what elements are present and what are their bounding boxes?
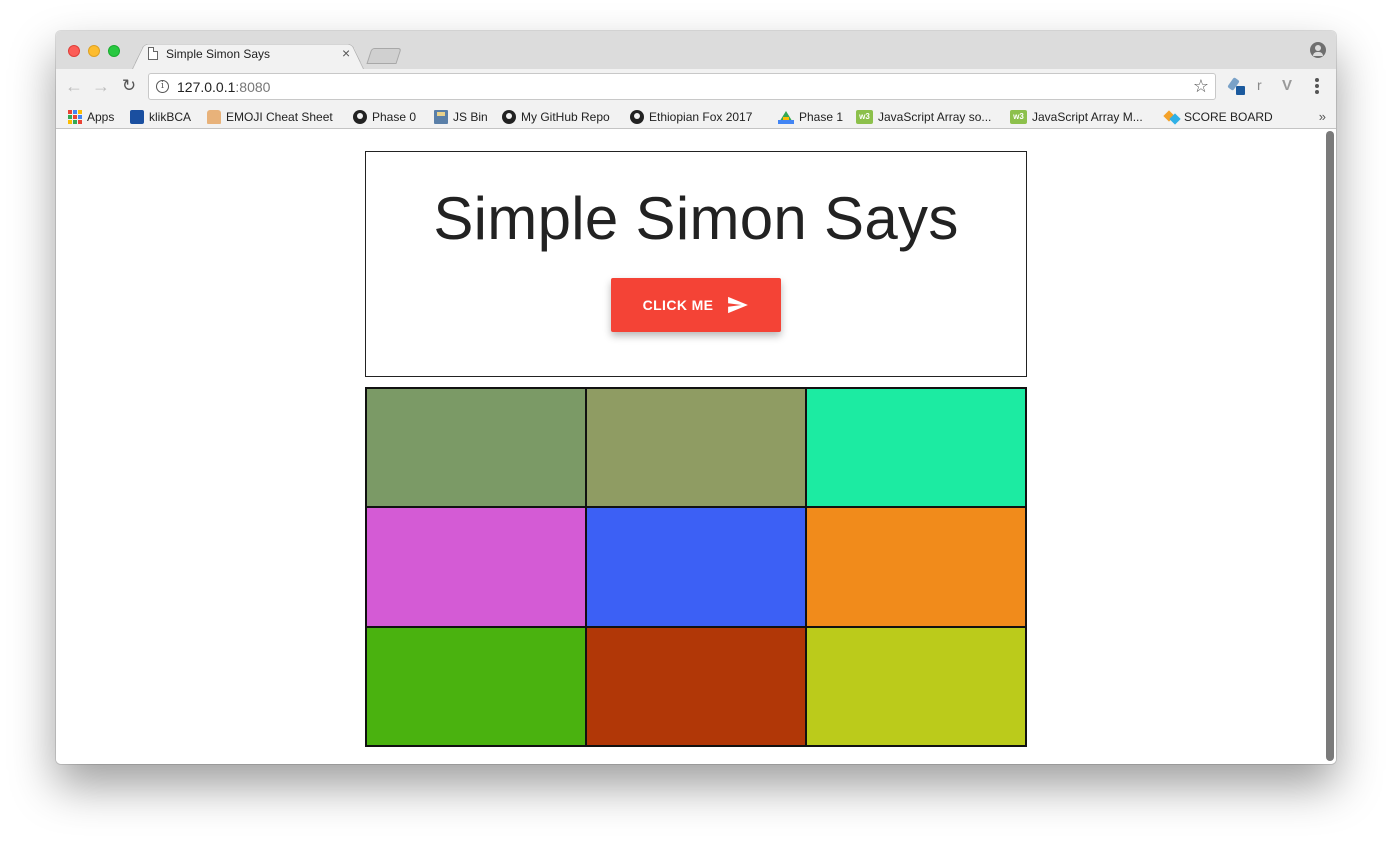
bookmark-emoji-cheat-sheet[interactable]: EMOJI Cheat Sheet xyxy=(207,109,333,125)
github-icon xyxy=(353,110,367,124)
bookmark-js-array-sort[interactable]: w3 JavaScript Array so... xyxy=(856,109,991,125)
minimize-window-button[interactable] xyxy=(88,45,100,57)
send-icon xyxy=(728,296,749,314)
tab-title: Simple Simon Says xyxy=(166,47,271,61)
bookmark-label: klikBCA xyxy=(149,110,192,124)
bookmark-apps[interactable]: Apps xyxy=(68,109,114,125)
bookmark-my-github-repo[interactable]: My GitHub Repo xyxy=(502,109,610,125)
w3schools-icon: w3 xyxy=(1010,110,1027,124)
w3schools-icon: w3 xyxy=(856,110,873,124)
github-icon xyxy=(630,110,644,124)
color-tile[interactable] xyxy=(586,507,806,627)
bookmark-score-board[interactable]: SCORE BOARD xyxy=(1165,109,1273,125)
bookmark-star-icon[interactable]: ☆ xyxy=(1193,76,1209,97)
color-tile[interactable] xyxy=(586,626,806,746)
page-icon xyxy=(148,47,158,60)
scoreboard-icon xyxy=(1165,110,1179,124)
page-title: Simple Simon Says xyxy=(433,185,959,252)
color-tile-grid xyxy=(365,387,1027,747)
github-icon xyxy=(502,110,516,124)
tab-close-icon[interactable]: × xyxy=(342,45,350,61)
browser-menu-icon[interactable] xyxy=(1312,78,1322,96)
google-drive-icon xyxy=(778,110,794,124)
r-extension-icon[interactable]: r xyxy=(1257,77,1262,93)
color-tile[interactable] xyxy=(806,626,1026,746)
url-host: 127.0.0.1 xyxy=(177,79,236,95)
color-tile[interactable] xyxy=(806,507,1026,627)
bookmark-label: My GitHub Repo xyxy=(521,110,610,124)
address-bar[interactable]: i 127.0.0.1:8080 ☆ xyxy=(148,73,1216,100)
color-tile[interactable] xyxy=(366,626,586,746)
forward-arrow-icon[interactable]: → xyxy=(91,76,111,96)
info-icon[interactable]: i xyxy=(156,80,169,93)
tab-active-content: Simple Simon Says × xyxy=(144,40,364,69)
thumbs-up-icon xyxy=(207,110,221,124)
vue-extension-icon[interactable]: V xyxy=(1282,77,1292,94)
page-content: Simple Simon Says CLICK ME xyxy=(56,130,1336,764)
bookmark-label: Phase 0 xyxy=(372,110,417,124)
bookmark-label: Phase 1 xyxy=(799,110,844,124)
bookmark-label: SCORE BOARD xyxy=(1184,110,1273,124)
browser-window: Simple Simon Says × ← → ↻ i 127.0.0.1:80… xyxy=(56,31,1336,764)
color-tile[interactable] xyxy=(806,388,1026,508)
bca-icon xyxy=(130,110,144,124)
click-me-button[interactable]: CLICK ME xyxy=(611,278,781,332)
bookmark-label: Ethiopian Fox 2017 xyxy=(649,110,753,124)
more-bookmarks-chevron-icon[interactable]: » xyxy=(1319,109,1326,124)
bookmark-label: EMOJI Cheat Sheet xyxy=(226,110,333,124)
url-text[interactable]: 127.0.0.1:8080 xyxy=(177,79,270,95)
url-port: :8080 xyxy=(235,79,271,95)
color-tile[interactable] xyxy=(366,388,586,508)
profile-icon[interactable] xyxy=(1310,42,1326,58)
bookmark-phase-0[interactable]: Phase 0 xyxy=(353,109,416,125)
maximize-window-button[interactable] xyxy=(108,45,120,57)
header-card: Simple Simon Says CLICK ME xyxy=(365,151,1027,377)
eyedropper-extension-icon[interactable] xyxy=(1227,77,1246,96)
new-tab-button[interactable] xyxy=(366,48,402,64)
bookmark-label: JS Bin xyxy=(453,110,488,124)
jsbin-icon xyxy=(434,110,448,124)
apps-grid-icon xyxy=(68,110,82,124)
close-window-button[interactable] xyxy=(68,45,80,57)
bookmark-label: JavaScript Array so... xyxy=(878,110,992,124)
bookmark-ethiopian-fox[interactable]: Ethiopian Fox 2017 xyxy=(630,109,752,125)
tab-bar: Simple Simon Says × xyxy=(56,31,1336,69)
bookmark-phase-1[interactable]: Phase 1 xyxy=(778,109,843,125)
vertical-scrollbar[interactable] xyxy=(1326,131,1334,761)
browser-toolbar: ← → ↻ i 127.0.0.1:8080 ☆ r V xyxy=(56,69,1336,105)
bookmark-klikbca[interactable]: klikBCA xyxy=(130,109,191,125)
back-arrow-icon[interactable]: ← xyxy=(64,76,84,96)
click-me-label: CLICK ME xyxy=(642,297,714,313)
color-tile[interactable] xyxy=(366,507,586,627)
bookmark-js-array-methods[interactable]: w3 JavaScript Array M... xyxy=(1010,109,1143,125)
bookmark-js-bin[interactable]: JS Bin xyxy=(434,109,488,125)
bookmarks-bar: Apps klikBCA EMOJI Cheat Sheet Phase 0 J… xyxy=(56,105,1336,129)
reload-icon[interactable]: ↻ xyxy=(119,76,139,96)
bookmark-label: JavaScript Array M... xyxy=(1032,110,1143,124)
color-tile[interactable] xyxy=(586,388,806,508)
bookmark-label: Apps xyxy=(87,110,115,124)
